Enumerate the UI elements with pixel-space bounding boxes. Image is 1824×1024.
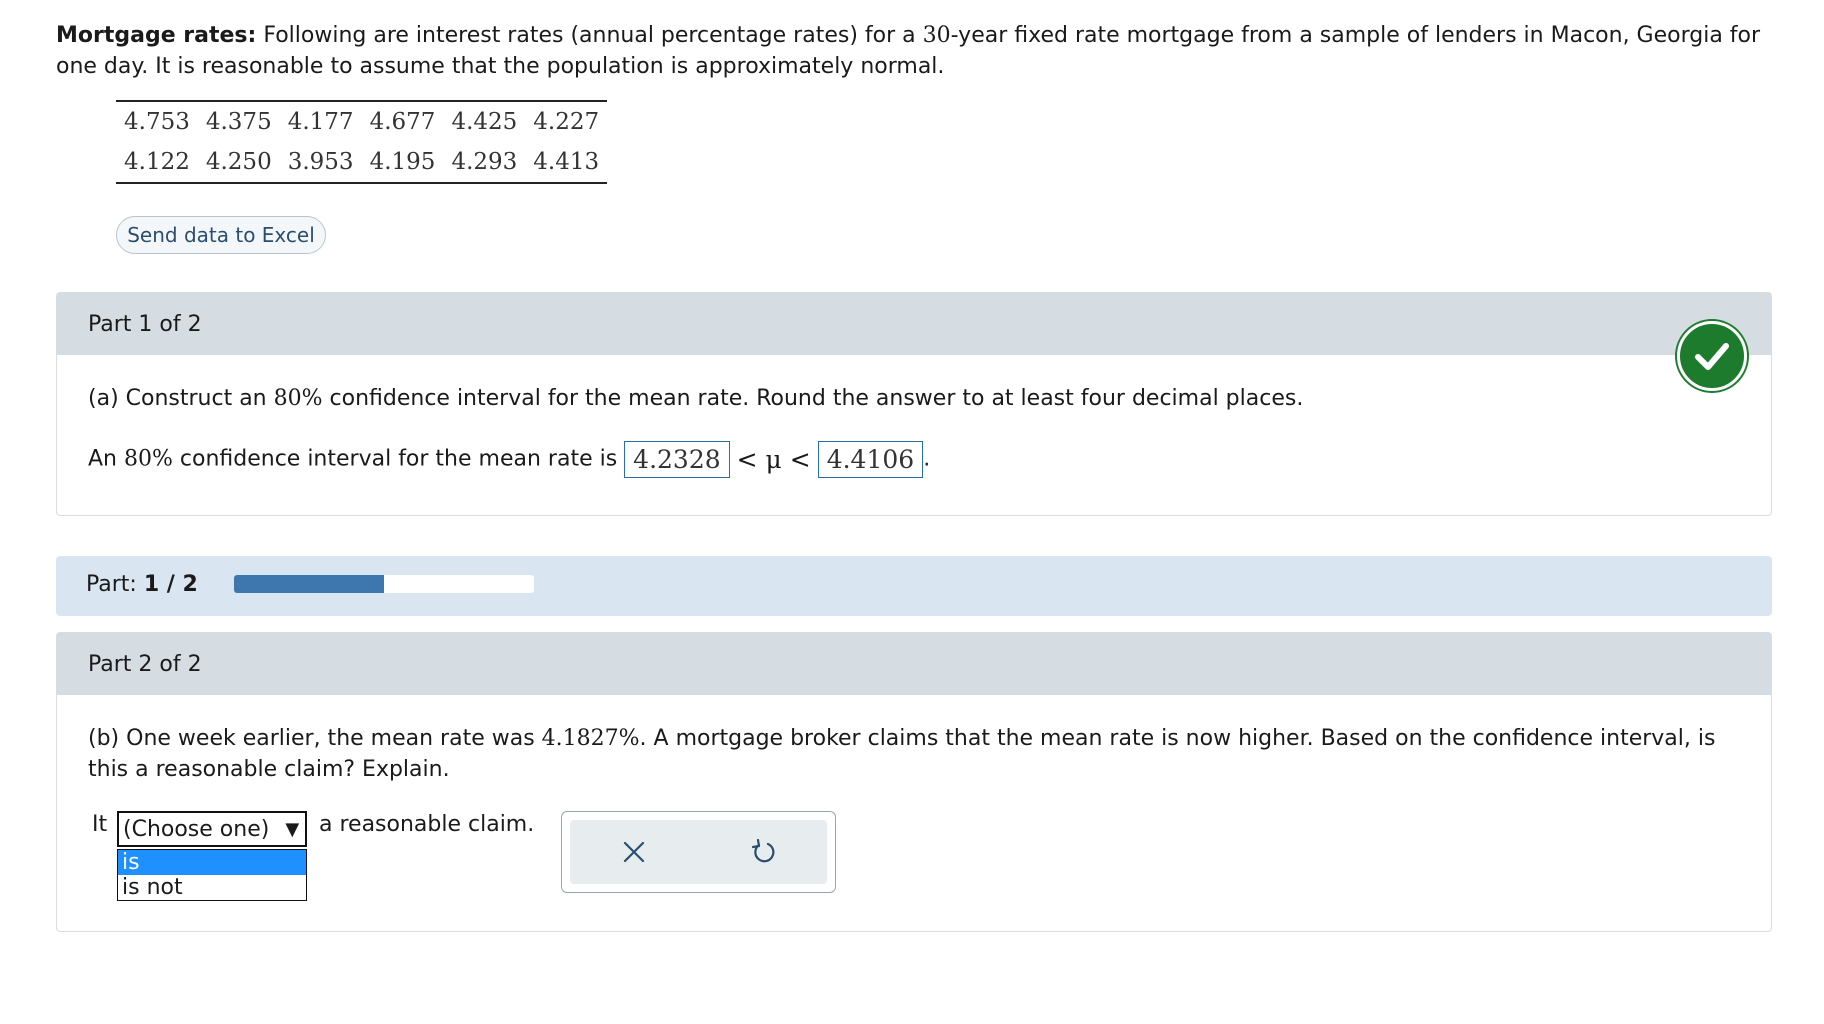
- sentence-start: It: [92, 812, 108, 837]
- progress-fill: [234, 575, 384, 593]
- part2-panel: Part 2 of 2 (b) One week earlier, the me…: [56, 632, 1772, 932]
- table-cell: 4.195: [369, 149, 436, 175]
- part1-question: (a) Construct an 80% confidence interval…: [88, 383, 1303, 414]
- select-value: (Choose one): [123, 816, 270, 842]
- table-row: 4.122 4.250 3.953 4.195 4.293 4.413: [116, 142, 607, 183]
- answer-prefix-a: An: [88, 446, 124, 472]
- table-cell: 4.177: [287, 109, 354, 135]
- problem-number: 30: [922, 23, 951, 48]
- answer-actions-bar: [570, 820, 827, 884]
- table-cell: 4.293: [451, 149, 518, 175]
- progress-label: Part: 1 / 2: [86, 572, 198, 597]
- answer-pct: 80%: [124, 446, 173, 472]
- part2-question-a: (b) One week earlier, the mean rate was: [88, 726, 542, 751]
- table-cell: 4.753: [124, 109, 190, 135]
- table-cell: 4.677: [369, 109, 436, 135]
- progress-label-text: Part:: [86, 572, 137, 597]
- claim-options-list: is is not: [117, 849, 307, 901]
- table-cell: 4.425: [451, 109, 518, 135]
- upper-bound-input[interactable]: 4.4106: [817, 441, 924, 478]
- part2-question: (b) One week earlier, the mean rate was …: [88, 723, 1748, 785]
- undo-icon[interactable]: [699, 838, 828, 866]
- option-is-not[interactable]: is not: [118, 875, 306, 900]
- part1-answer-line: An 80% confidence interval for the mean …: [88, 441, 930, 478]
- problem-heading: Mortgage rates:: [56, 23, 257, 48]
- part1-panel: Part 1 of 2 (a) Construct an 80% confide…: [56, 292, 1772, 516]
- check-icon: [1677, 321, 1747, 391]
- data-table: 4.753 4.375 4.177 4.677 4.425 4.227 4.12…: [116, 100, 608, 184]
- part1-question-b: confidence interval for the mean rate. R…: [322, 386, 1304, 411]
- table-cell: 4.250: [205, 149, 272, 175]
- answer-period: .: [923, 446, 931, 472]
- close-icon[interactable]: [570, 839, 699, 865]
- claim-select[interactable]: (Choose one) ▼: [117, 811, 307, 847]
- chevron-down-icon: ▼: [285, 818, 300, 840]
- option-is[interactable]: is: [118, 850, 306, 875]
- table-cell: 4.375: [205, 109, 272, 135]
- answer-prefix-b: confidence interval for the mean rate is: [172, 446, 625, 472]
- part1-pct: 80%: [273, 386, 323, 411]
- table-cell: 4.227: [533, 109, 600, 135]
- part1-question-a: (a) Construct an: [88, 386, 274, 411]
- part1-header: Part 1 of 2: [57, 293, 1771, 355]
- send-to-excel-button[interactable]: Send data to Excel: [116, 216, 326, 254]
- part2-rate: 4.1827%: [541, 726, 640, 751]
- table-cell: 4.413: [533, 149, 600, 175]
- table-row: 4.753 4.375 4.177 4.677 4.425 4.227: [116, 101, 607, 142]
- table-cell: 4.122: [124, 149, 190, 175]
- mu-inequality: < μ <: [736, 445, 811, 474]
- answer-actions: [561, 811, 836, 893]
- problem-text-a: Following are interest rates (annual per…: [256, 23, 923, 48]
- sentence-end: a reasonable claim.: [319, 812, 535, 837]
- part2-header: Part 2 of 2: [57, 633, 1771, 695]
- problem-statement: Mortgage rates: Following are interest r…: [56, 20, 1766, 82]
- progress-value: 1 / 2: [143, 572, 198, 597]
- progress-track: [234, 575, 534, 593]
- lower-bound-input[interactable]: 4.2328: [624, 441, 730, 478]
- table-cell: 3.953: [287, 149, 354, 175]
- progress-bar: Part: 1 / 2: [56, 556, 1772, 616]
